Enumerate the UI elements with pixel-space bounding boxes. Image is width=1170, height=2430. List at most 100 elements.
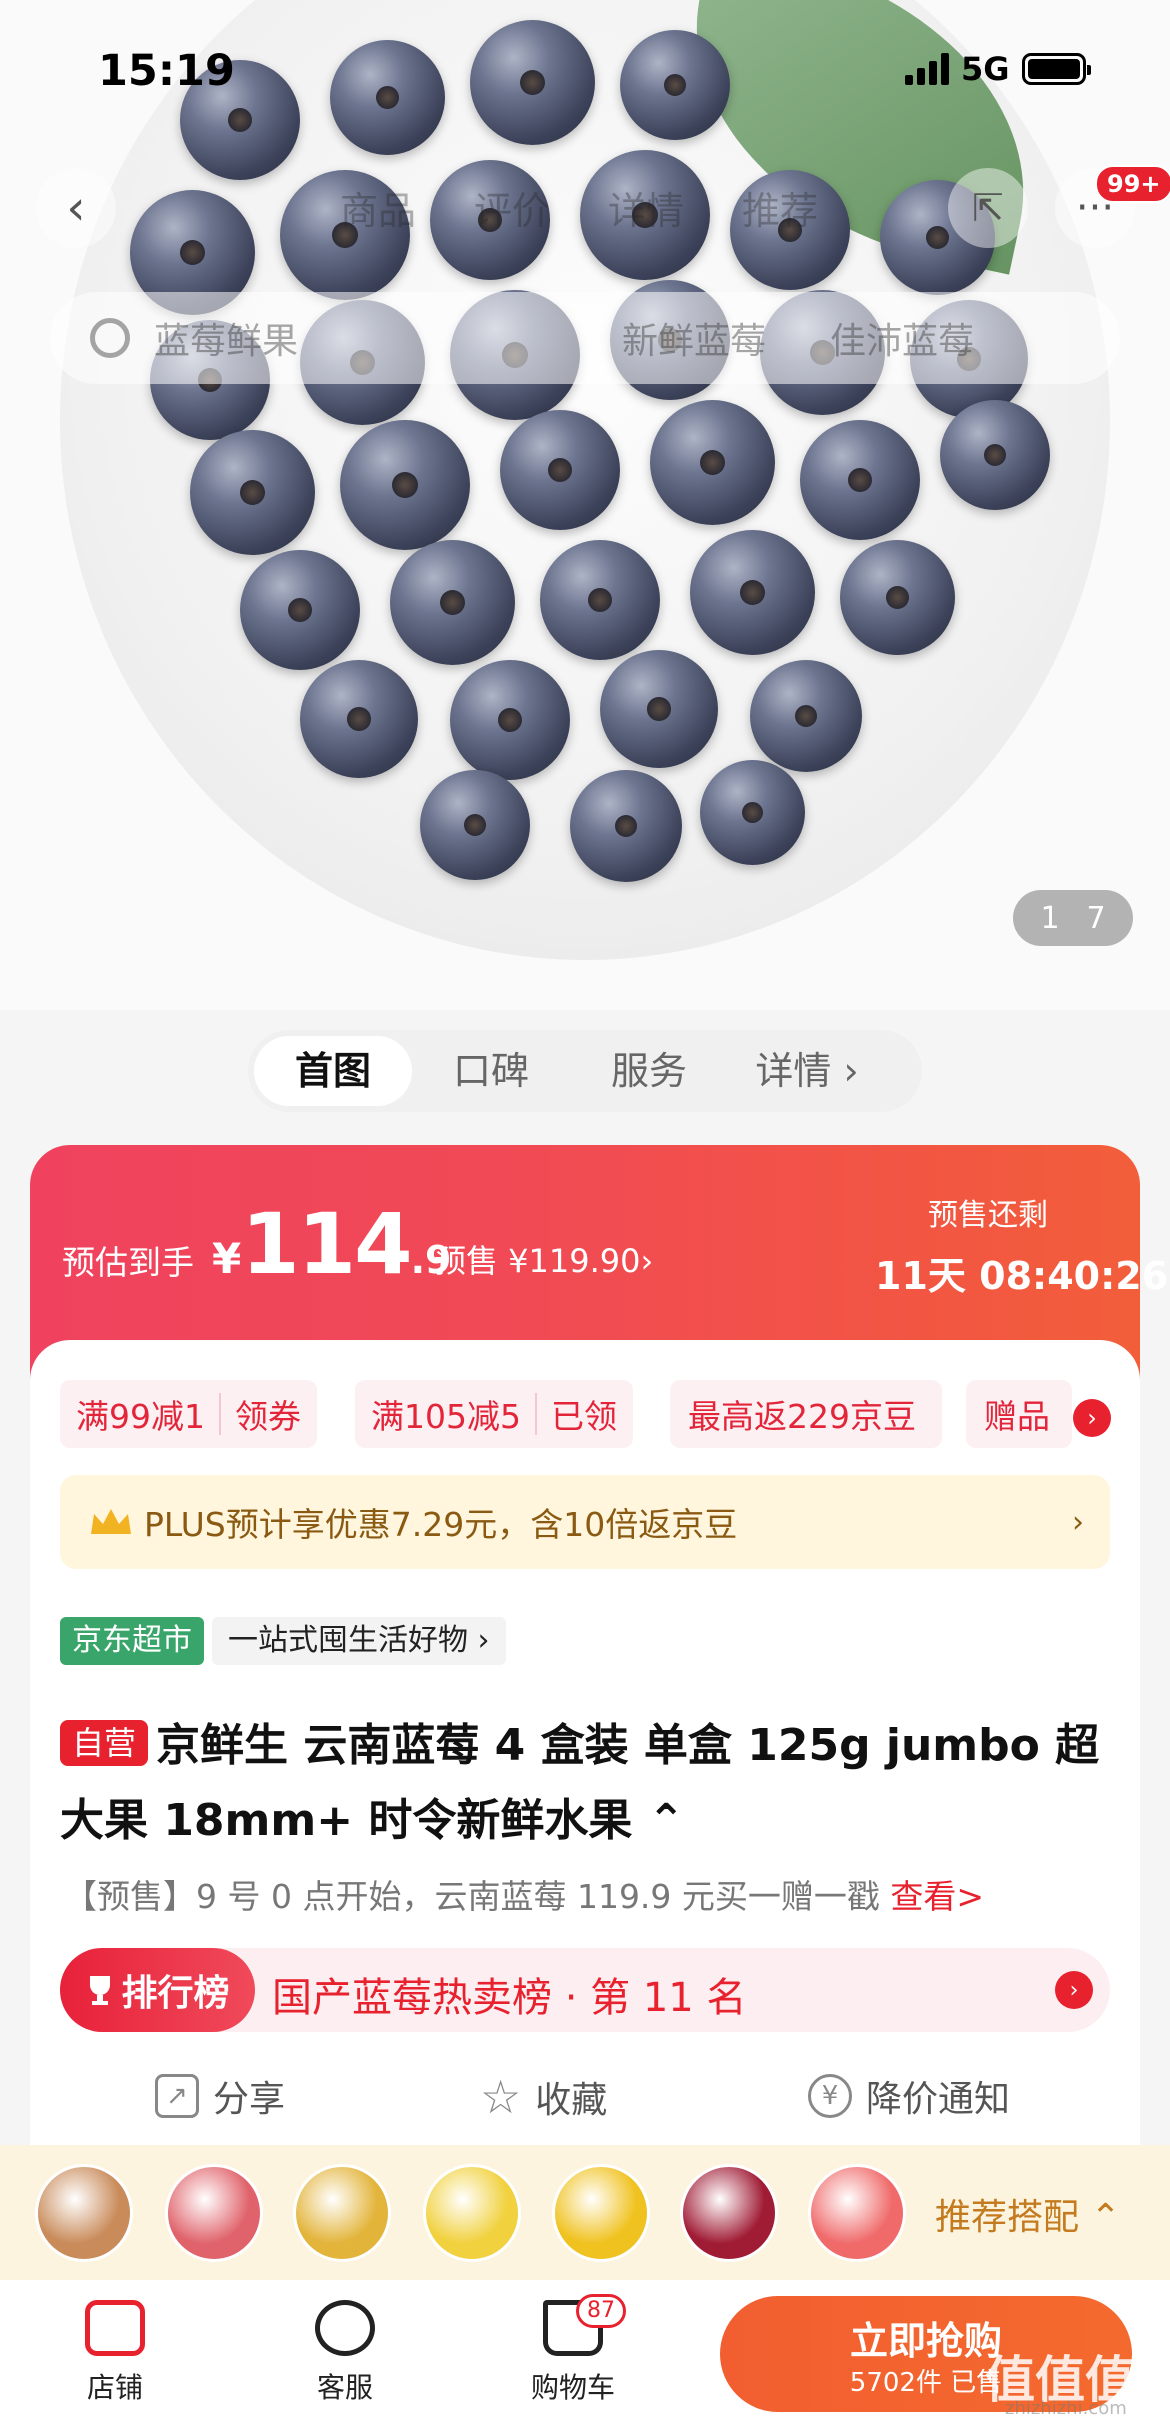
presale-note-text: 【预售】9 号 0 点开始，云南蓝莓 119.9 元买一赠一戳: [64, 1877, 891, 1916]
search-placeholder: 蓝莓鲜果: [154, 321, 299, 362]
back-button[interactable]: ‹: [36, 168, 116, 248]
coupon-1-action: 领券: [235, 1397, 301, 1436]
chevron-left-icon: ‹: [66, 180, 86, 236]
countdown: 11天 08:40:26: [875, 1245, 1168, 1300]
presale-price-link[interactable]: 预售 ¥119.90›: [434, 1236, 653, 1282]
blueberry-image: [340, 420, 470, 550]
tab-reviews[interactable]: 评价: [474, 180, 550, 235]
blueberry-image: [470, 20, 595, 145]
tab-product[interactable]: 商品: [340, 180, 416, 235]
coupon-3-text: 最高返229京豆: [688, 1397, 916, 1436]
cart-count-badge: 87: [576, 2294, 626, 2328]
coupon-tag-1[interactable]: 满99减1 领券: [60, 1380, 317, 1448]
recommend-thumbnail[interactable]: [423, 2164, 521, 2262]
rank-tag-label: 排行榜: [121, 1973, 230, 2014]
blueberry-image: [330, 40, 445, 155]
blueberry-image: [750, 660, 862, 772]
more-coupons-button[interactable]: ›: [1073, 1399, 1111, 1437]
coupon-1-text: 满99减1: [76, 1397, 205, 1436]
top-tabs: 商品 评价 详情 推荐: [340, 180, 818, 235]
blueberry-image: [840, 540, 955, 655]
star-icon: ☆: [480, 2070, 522, 2124]
network-label: 5G: [961, 50, 1010, 88]
plus-text: PLUS预计享优惠7.29元，含10倍返京豆: [144, 1505, 738, 1544]
currency-symbol: ¥: [212, 1234, 242, 1283]
trophy-icon: [90, 1976, 111, 2005]
coupon-2-text: 满105减5: [371, 1397, 521, 1436]
product-title: 自营 京鲜生 云南蓝莓 4 盒装 单盒 125g jumbo 超大果 18mm+ …: [60, 1708, 1110, 1858]
share-icon: ⇱: [972, 186, 1004, 230]
coupon-2-action: 已领: [550, 1397, 617, 1436]
blueberry-image: [700, 760, 805, 865]
battery-icon: [1021, 53, 1091, 85]
self-operated-badge: 自营: [60, 1720, 149, 1766]
pager-total: 7: [1086, 900, 1106, 936]
gallery-pager: 1 7: [1013, 890, 1133, 946]
blueberry-image: [570, 770, 682, 882]
share-label: 分享: [213, 2079, 286, 2120]
estimated-price: ¥114.9: [212, 1195, 451, 1293]
plus-banner[interactable]: PLUS预计享优惠7.29元，含10倍返京豆 ›: [60, 1475, 1110, 1569]
presale-remaining-label: 预售还剩: [928, 1198, 1048, 1233]
price-integer: 114: [241, 1195, 412, 1293]
search-bar[interactable]: 蓝莓鲜果 新鲜蓝莓 佳沛蓝莓: [50, 292, 1120, 384]
message-badge: 99+: [1095, 165, 1170, 203]
blueberry-image: [620, 30, 730, 140]
service-button[interactable]: 客服: [290, 2300, 400, 2406]
service-label: 客服: [316, 2371, 373, 2404]
blueberry-image: [450, 660, 570, 780]
chevron-right-icon: ›: [1087, 1404, 1097, 1432]
price-alert-label: 降价通知: [866, 2079, 1011, 2120]
countdown-time: 08:40:26: [979, 1254, 1169, 1298]
search-hint-3: 佳沛蓝莓: [830, 321, 975, 362]
blueberry-image: [600, 650, 718, 768]
seg-main-image[interactable]: 首图: [254, 1036, 412, 1106]
blueberry-image: [190, 430, 315, 555]
blueberry-image: [240, 550, 360, 670]
seg-detail[interactable]: 详情 ›: [728, 1036, 886, 1106]
search-icon: [90, 318, 130, 358]
crown-icon: [91, 1509, 131, 1534]
share-icon: ↗: [155, 2074, 199, 2118]
recommend-thumbnail[interactable]: [680, 2164, 778, 2262]
coupon-4-text: 赠品: [984, 1397, 1050, 1436]
price-alert-action[interactable]: ¥ 降价通知: [808, 2070, 1010, 2122]
recommend-thumbnail[interactable]: [552, 2164, 650, 2262]
coupon-tag-4[interactable]: 赠品: [966, 1380, 1072, 1448]
tab-details[interactable]: 详情: [608, 180, 684, 235]
store-slogan[interactable]: 一站式囤生活好物 ›: [212, 1617, 506, 1665]
pager-current: 1: [1040, 900, 1060, 936]
blueberry-image: [500, 410, 620, 530]
image-segment-tabs: 首图 口碑 服务 详情 ›: [248, 1030, 922, 1112]
recommend-thumbnail[interactable]: [808, 2164, 906, 2262]
chat-icon: [315, 2300, 375, 2356]
watermark-url: zhizhizhi.com: [1005, 2398, 1127, 2419]
blueberry-image: [650, 400, 775, 525]
seg-service[interactable]: 服务: [570, 1036, 728, 1106]
recommend-thumbnail[interactable]: [165, 2164, 263, 2262]
status-time: 15:19: [98, 46, 235, 96]
cart-label: 购物车: [530, 2371, 615, 2404]
recommend-toggle[interactable]: 推荐搭配 ⌃: [935, 2188, 1121, 2240]
recommend-thumbnail[interactable]: [293, 2164, 391, 2262]
product-image[interactable]: [0, 0, 1170, 1010]
blueberry-image: [690, 530, 815, 655]
seg-reputation[interactable]: 口碑: [412, 1036, 570, 1106]
store-tag[interactable]: 京东超市: [60, 1617, 204, 1665]
share-action[interactable]: ↗ 分享: [155, 2070, 285, 2122]
shop-button[interactable]: 店铺: [60, 2300, 170, 2406]
coupon-tag-3[interactable]: 最高返229京豆: [670, 1380, 942, 1448]
blueberry-image: [800, 420, 920, 540]
coupon-tag-2[interactable]: 满105减5 已领: [355, 1380, 633, 1448]
share-button[interactable]: ⇱: [948, 168, 1028, 248]
blueberry-image: [420, 770, 530, 880]
recommend-thumbnail[interactable]: [35, 2164, 133, 2262]
favorite-action[interactable]: ☆ 收藏: [480, 2070, 607, 2124]
tab-recommend[interactable]: 推荐: [742, 180, 818, 235]
plus-arrow: ›: [1072, 1504, 1084, 1540]
yuan-circle-icon: ¥: [808, 2074, 852, 2118]
rank-arrow-icon: ›: [1055, 1971, 1093, 2009]
estimated-label: 预估到手: [62, 1243, 194, 1282]
blueberry-image: [940, 400, 1050, 510]
presale-view-link[interactable]: 查看>: [890, 1877, 984, 1916]
